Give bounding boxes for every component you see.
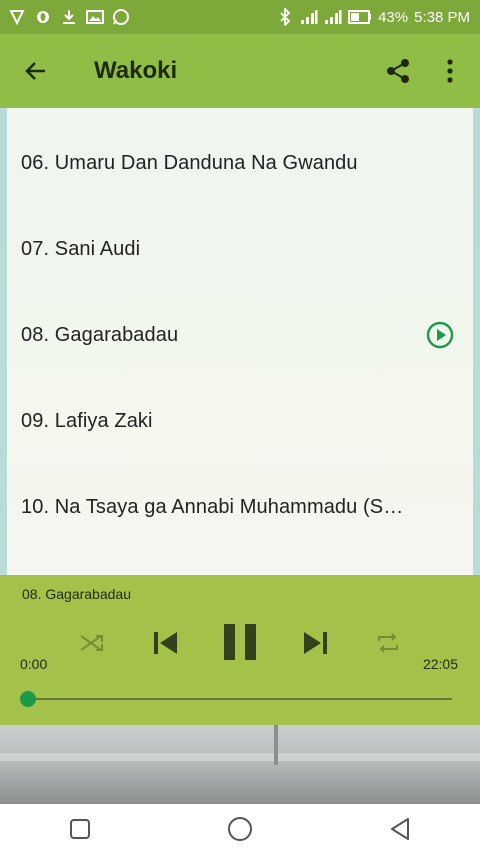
more-options-button[interactable]: [430, 51, 470, 91]
media-player: 08. Gagarabadau 0:00 22:05: [0, 575, 480, 725]
elapsed-time: 0:00: [20, 656, 48, 672]
signal-icon: [324, 8, 342, 26]
track-item[interactable]: 06. Umaru Dan Danduna Na Gwandu: [7, 120, 473, 206]
track-list-container[interactable]: 06. Umaru Dan Danduna Na Gwandu 07. Sani…: [0, 108, 480, 575]
total-duration: 22:05: [422, 656, 458, 672]
clock: 5:38 PM: [414, 8, 470, 26]
share-button[interactable]: [378, 51, 418, 91]
track-item[interactable]: 08. Gagarabadau: [7, 292, 473, 378]
status-bar: 43% 5:38 PM: [0, 0, 480, 34]
pause-icon: [224, 624, 256, 660]
track-title: 09. Lafiya Zaki: [21, 409, 153, 432]
track-item[interactable]: 07. Sani Audi: [7, 206, 473, 292]
download-icon: [60, 8, 78, 26]
background-image: [0, 725, 480, 804]
recents-button[interactable]: [60, 809, 100, 849]
arrow-back-icon: [25, 62, 45, 80]
back-button[interactable]: [16, 51, 56, 91]
app-bar: Wakoki: [0, 34, 480, 108]
back-icon: [391, 818, 409, 840]
previous-button[interactable]: [145, 623, 185, 663]
gallery-icon: [86, 8, 104, 26]
next-button[interactable]: [296, 623, 336, 663]
background-detail: [274, 725, 278, 765]
right-edge: [473, 108, 480, 575]
home-button[interactable]: [220, 809, 260, 849]
next-icon: [304, 632, 327, 654]
repeat-icon: [378, 633, 398, 653]
bluetooth-icon: [276, 8, 294, 26]
seek-track: [28, 698, 452, 700]
whatsapp-icon: [112, 8, 130, 26]
signal-icon: [300, 8, 318, 26]
recents-icon: [70, 819, 90, 839]
shuffle-button[interactable]: [74, 625, 110, 661]
track-title: 07. Sani Audi: [21, 237, 141, 260]
seek-bar[interactable]: [20, 691, 452, 707]
page-title: Wakoki: [94, 57, 178, 84]
vpn-icon: [8, 8, 26, 26]
pause-button[interactable]: [216, 617, 264, 667]
nav-back-button[interactable]: [380, 809, 420, 849]
previous-icon: [154, 632, 177, 654]
track-title: 08. Gagarabadau: [21, 323, 179, 346]
home-icon: [228, 817, 252, 841]
seek-thumb[interactable]: [20, 691, 36, 707]
opera-icon: [34, 8, 52, 26]
navigation-bar: [0, 804, 480, 854]
now-playing-title: 08. Gagarabadau: [22, 586, 131, 602]
notification-icons: [0, 8, 130, 26]
track-item[interactable]: 09. Lafiya Zaki: [7, 378, 473, 464]
play-circle-icon[interactable]: [425, 320, 455, 350]
share-icon: [387, 59, 409, 83]
left-edge: [0, 108, 7, 575]
repeat-button[interactable]: [370, 625, 406, 661]
more-vert-icon: [447, 59, 453, 83]
player-controls: [0, 615, 480, 675]
battery-percent: 43%: [378, 8, 409, 26]
track-title: 10. Na Tsaya ga Annabi Muhammadu (S…: [21, 495, 404, 518]
system-icons: 43% 5:38 PM: [276, 8, 480, 26]
track-item[interactable]: 10. Na Tsaya ga Annabi Muhammadu (S…: [7, 464, 473, 550]
shuffle-icon: [80, 635, 103, 651]
track-title: 06. Umaru Dan Danduna Na Gwandu: [21, 151, 358, 174]
background-detail: [0, 753, 480, 761]
battery-icon: [348, 8, 372, 26]
